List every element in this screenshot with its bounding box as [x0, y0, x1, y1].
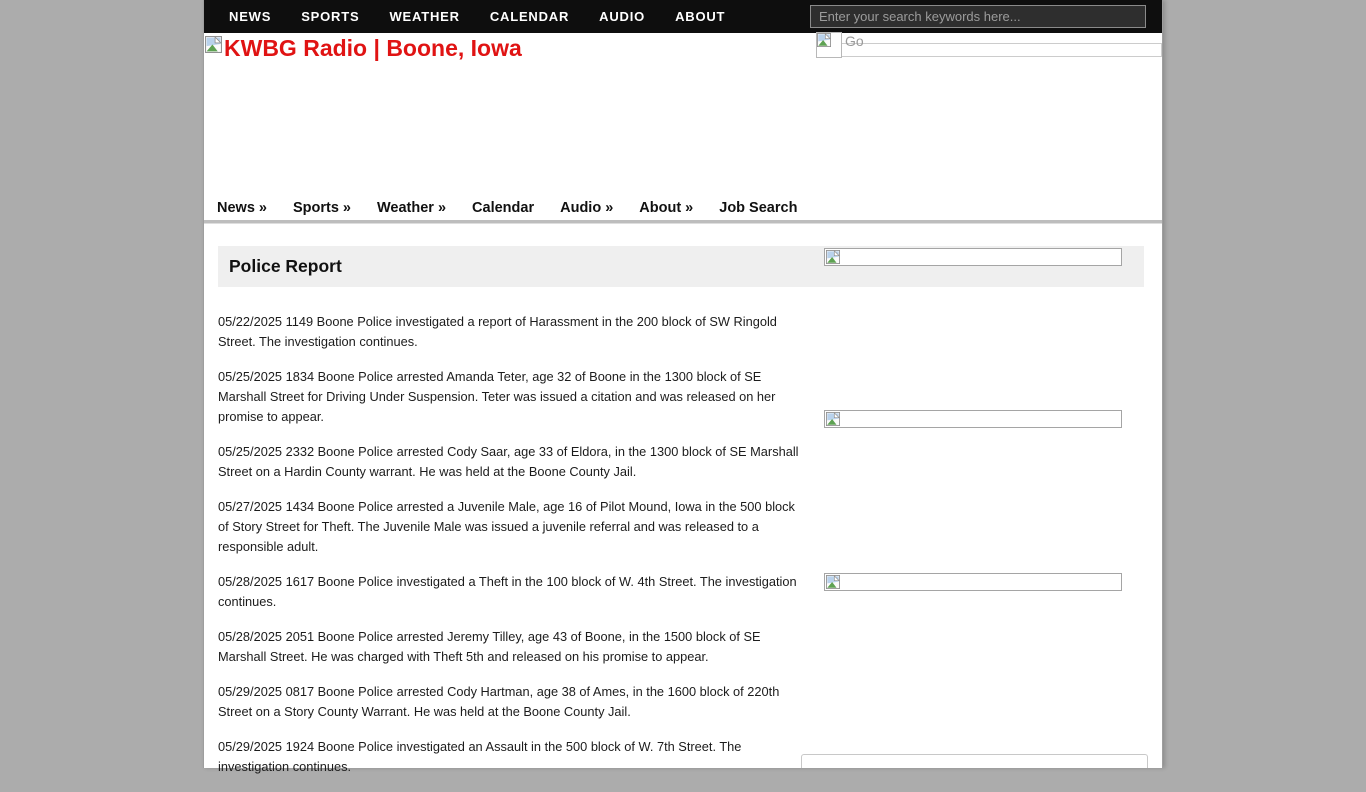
ad-broken-image[interactable]: [824, 248, 1122, 266]
broken-image-icon: [205, 36, 222, 53]
search-go-button[interactable]: Go: [816, 32, 842, 58]
top-nav-link-about[interactable]: ABOUT: [675, 9, 725, 24]
ad-broken-image[interactable]: [824, 573, 1122, 591]
top-nav-link-audio[interactable]: AUDIO: [599, 9, 645, 24]
go-button-alt-text: Go: [845, 33, 864, 49]
top-nav-link-weather[interactable]: WEATHER: [389, 9, 459, 24]
site-logo-alt-text: KWBG Radio | Boone, Iowa: [224, 36, 522, 60]
police-report-entry: 05/27/2025 1434 Boone Police arrested a …: [218, 497, 818, 557]
police-report-entry: 05/25/2025 1834 Boone Police arrested Am…: [218, 367, 818, 427]
police-report-entry: 05/22/2025 1149 Boone Police investigate…: [218, 312, 818, 352]
subnav-link-audio[interactable]: Audio »: [560, 200, 613, 216]
article-body: 05/22/2025 1149 Boone Police investigate…: [218, 312, 818, 792]
subnav-link-news[interactable]: News »: [217, 200, 267, 216]
top-nav-link-news[interactable]: NEWS: [229, 9, 271, 24]
sub-nav: News » Sports » Weather » Calendar Audio…: [204, 196, 1162, 219]
subnav-link-weather[interactable]: Weather »: [377, 200, 446, 216]
search-input[interactable]: [810, 5, 1146, 28]
police-report-entry: 05/29/2025 1924 Boone Police investigate…: [218, 737, 818, 777]
broken-image-icon: [826, 575, 840, 589]
broken-image-icon: [817, 33, 831, 47]
search-form-strip: [818, 43, 1162, 57]
broken-image-icon: [826, 250, 840, 264]
subnav-link-sports[interactable]: Sports »: [293, 200, 351, 216]
police-report-entry: 05/28/2025 2051 Boone Police arrested Je…: [218, 627, 818, 667]
below-fold-module-edge: [801, 754, 1148, 768]
top-nav-link-sports[interactable]: SPORTS: [301, 9, 359, 24]
site-logo-broken-image[interactable]: KWBG Radio | Boone, Iowa: [205, 36, 522, 60]
police-report-entry: 05/25/2025 2332 Boone Police arrested Co…: [218, 442, 818, 482]
ad-broken-image[interactable]: [824, 410, 1122, 428]
subnav-divider: [204, 220, 1162, 224]
subnav-link-about[interactable]: About »: [639, 200, 693, 216]
police-report-entry: 05/28/2025 1617 Boone Police investigate…: [218, 572, 818, 612]
police-report-entry: 05/29/2025 0817 Boone Police arrested Co…: [218, 682, 818, 722]
broken-image-icon: [826, 412, 840, 426]
top-nav-link-calendar[interactable]: CALENDAR: [490, 9, 569, 24]
page-container: NEWS SPORTS WEATHER CALENDAR AUDIO ABOUT…: [203, 0, 1163, 768]
subnav-link-job-search[interactable]: Job Search: [719, 200, 797, 216]
subnav-link-calendar[interactable]: Calendar: [472, 200, 534, 216]
